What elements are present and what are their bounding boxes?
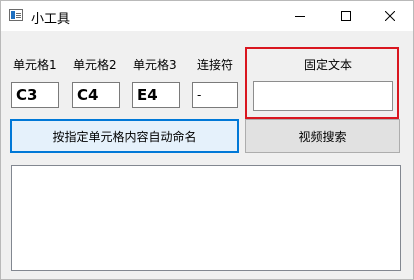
close-button[interactable]	[367, 1, 413, 31]
app-window: 小工具 单元格1 单元格2 单元格3 连接符 固定文本 按指定单元格内容自动命名…	[0, 0, 414, 280]
auto-rename-button[interactable]: 按指定单元格内容自动命名	[10, 119, 239, 153]
fixed-text-input[interactable]	[254, 82, 392, 110]
cell2-field-wrap	[72, 82, 120, 108]
cell2-input[interactable]	[73, 83, 119, 107]
cell1-label: 单元格1	[13, 58, 57, 72]
app-window-icon	[9, 9, 23, 21]
window-title: 小工具	[31, 12, 71, 27]
title-bar[interactable]: 小工具	[1, 1, 413, 31]
minimize-icon	[295, 16, 305, 17]
connector-field-wrap	[192, 82, 238, 108]
cell3-label: 单元格3	[133, 58, 177, 72]
maximize-icon	[341, 11, 351, 21]
cell3-field-wrap	[132, 82, 180, 108]
fixed-text-field-wrap	[253, 81, 393, 111]
video-search-button[interactable]: 视频搜索	[245, 119, 400, 153]
connector-input[interactable]	[193, 83, 237, 107]
cell3-input[interactable]	[133, 83, 179, 107]
output-area-wrap	[11, 165, 401, 271]
output-textarea[interactable]	[12, 166, 400, 270]
cell1-field-wrap	[11, 82, 59, 108]
connector-label: 连接符	[197, 58, 234, 72]
cell1-input[interactable]	[12, 83, 58, 107]
maximize-button[interactable]	[323, 1, 369, 31]
minimize-button[interactable]	[277, 1, 323, 31]
close-icon	[385, 11, 395, 21]
cell2-label: 单元格2	[73, 58, 117, 72]
